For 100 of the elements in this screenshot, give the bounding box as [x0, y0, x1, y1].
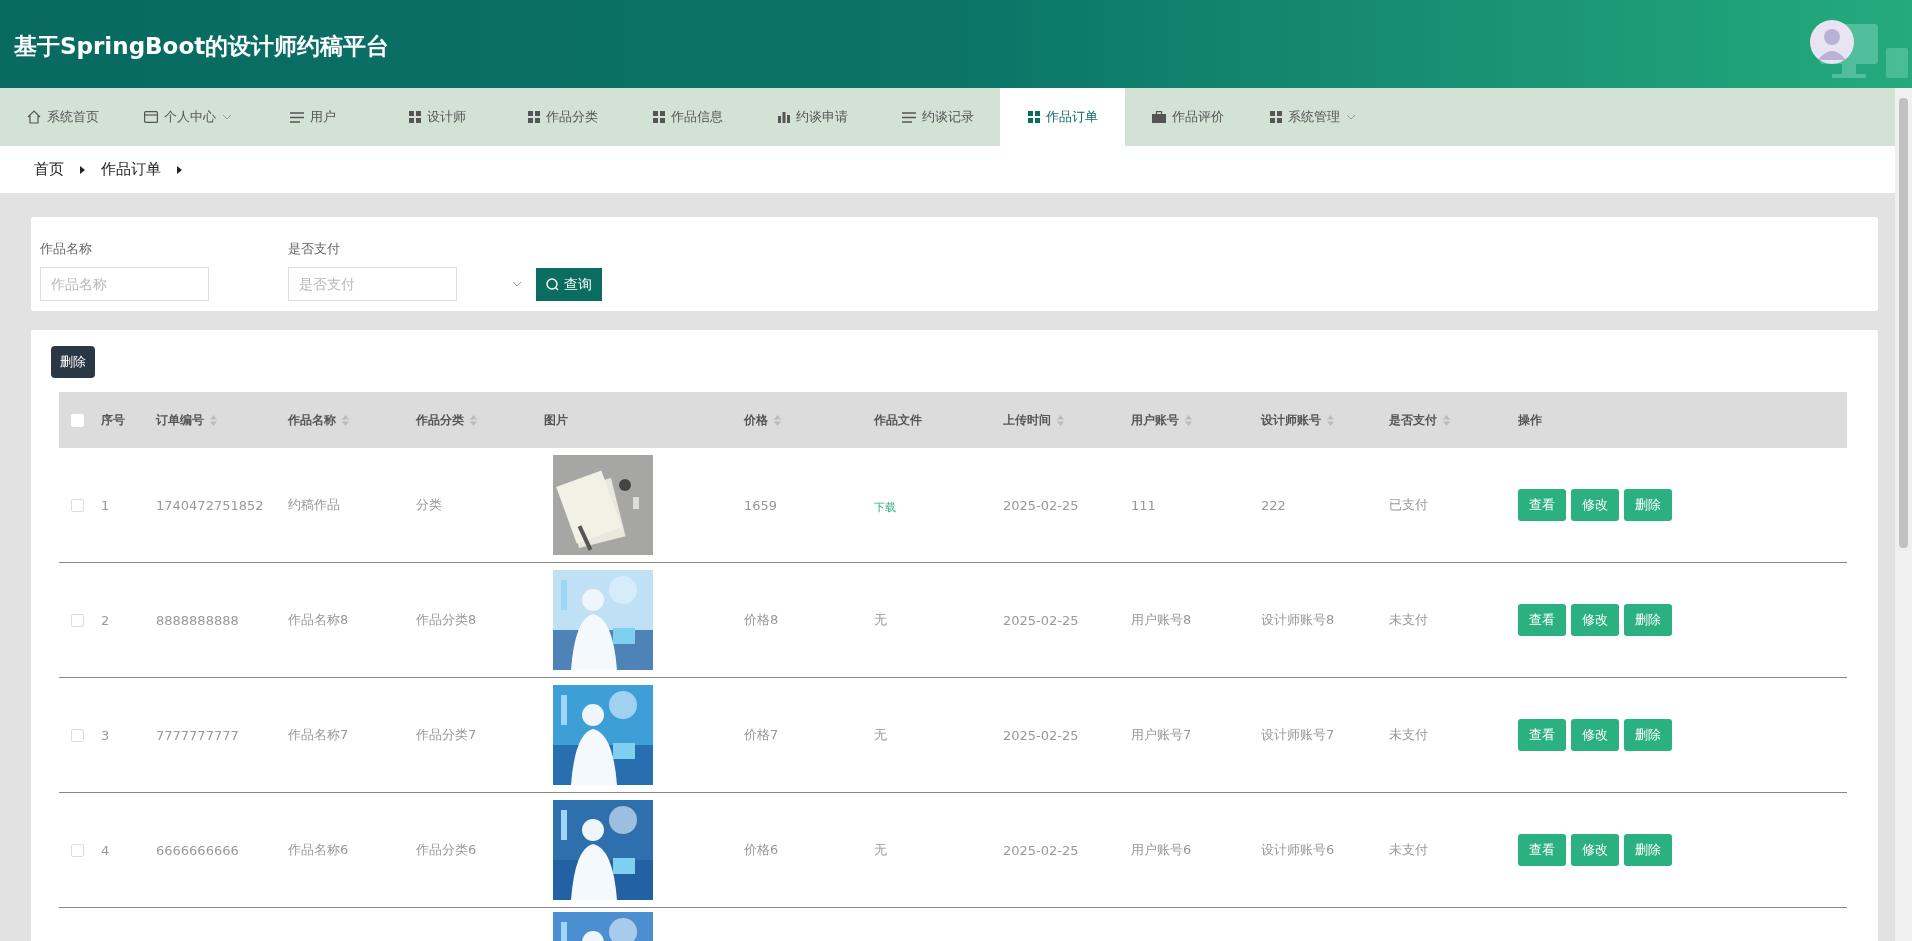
table-cell-text: 作品名称7 [288, 726, 350, 744]
table-cell-text: 分类 [416, 496, 443, 514]
nav-tab[interactable]: 个人中心 [125, 88, 250, 146]
nav-tab[interactable]: 作品信息 [625, 88, 750, 146]
sort-icon [210, 414, 217, 426]
table-cell-text: 222 [1261, 497, 1287, 513]
avatar[interactable] [1810, 20, 1854, 64]
table-cell-text: 用户账号8 [1131, 611, 1193, 629]
nav-tab[interactable]: 作品订单 [1000, 88, 1125, 146]
table-cell-text: 无 [874, 611, 888, 629]
column-header[interactable]: 设计师账号 [1261, 411, 1334, 429]
table-cell-text: 2025-02-25 [1003, 612, 1080, 628]
table-cell-text: 7777777777 [156, 727, 240, 743]
scrollbar[interactable] [1895, 88, 1912, 941]
download-link[interactable]: 下载 [874, 500, 896, 514]
sort-icon [1327, 414, 1334, 426]
grid-icon [527, 111, 540, 123]
search-icon [546, 278, 559, 291]
nav-tab[interactable]: 作品分类 [500, 88, 625, 146]
delete-button[interactable]: 删除 [51, 346, 95, 378]
table-cell-text: 已支付 [1389, 496, 1429, 514]
column-header: 序号 [101, 411, 125, 429]
table-cell-text: 8888888888 [156, 612, 240, 628]
select-field[interactable]: 是否支付 [288, 267, 457, 301]
sort-icon [1443, 414, 1450, 426]
caret-right-icon [177, 165, 182, 174]
nav-tab[interactable]: 用户 [250, 88, 375, 146]
nav-tab[interactable]: 设计师 [375, 88, 500, 146]
table-cell-text: 2 [101, 612, 111, 628]
app-title: 基于SpringBoot的设计师约稿平台 [14, 31, 390, 61]
bar-chart-icon [777, 111, 790, 123]
briefcase-icon [1151, 111, 1166, 123]
sort-icon [1185, 414, 1192, 426]
home-icon [26, 110, 41, 124]
table-cell-text: 1659 [744, 497, 779, 513]
breadcrumb-link[interactable]: 作品订单 [101, 160, 161, 179]
table-cell-text: 作品分类7 [416, 726, 478, 744]
column-header: 图片 [544, 411, 568, 429]
column-header[interactable]: 订单编号 [156, 411, 217, 429]
table-cell-text: 无 [874, 841, 888, 859]
table-cell-text: 2025-02-25 [1003, 727, 1080, 743]
table-cell-text: 未支付 [1389, 611, 1429, 629]
table-cell-text: 设计师账号7 [1261, 726, 1336, 744]
nav-tab[interactable]: 约谈记录 [875, 88, 1000, 146]
chevron-down-icon [512, 281, 522, 287]
checkbox[interactable] [71, 843, 84, 857]
table-cell-text: 设计师账号8 [1261, 611, 1336, 629]
table-cell-text: 作品名称6 [288, 841, 350, 859]
column-header[interactable]: 上传时间 [1003, 411, 1064, 429]
table-cell-text: 作品分类6 [416, 841, 478, 859]
table-cell-text: 4 [101, 842, 111, 858]
table-cell-text: 作品名称8 [288, 611, 350, 629]
list-icon [289, 111, 304, 123]
caret-right-icon [80, 165, 85, 174]
table-cell-text: 未支付 [1389, 841, 1429, 859]
nav-tab[interactable]: 作品评价 [1125, 88, 1250, 146]
table-cell-text: 2025-02-25 [1003, 842, 1080, 858]
chevron-down-icon [221, 114, 232, 120]
column-header[interactable]: 作品名称 [288, 411, 349, 429]
input-field[interactable]: 作品名称 [40, 267, 209, 301]
nav-tab[interactable]: 系统首页 [0, 88, 125, 146]
table-cell-text: 2025-02-25 [1003, 497, 1080, 513]
table-cell-text: 设计师账号6 [1261, 841, 1336, 859]
sort-icon [342, 414, 349, 426]
table-cell-text: 111 [1131, 497, 1157, 513]
table-cell-text: 无 [874, 726, 888, 744]
checkbox[interactable] [71, 498, 84, 512]
checkbox[interactable] [71, 613, 84, 627]
sort-icon [470, 414, 477, 426]
sort-icon [1057, 414, 1064, 426]
grid-icon [1027, 111, 1040, 123]
grid-icon [409, 111, 421, 123]
grid-icon [652, 111, 665, 123]
table-cell-text: 6666666666 [156, 842, 240, 858]
grid-icon [1269, 111, 1282, 123]
card-icon [143, 111, 158, 123]
breadcrumb-link[interactable]: 首页 [34, 160, 64, 179]
chevron-down-icon [1345, 114, 1356, 120]
table-cell-text: 价格8 [744, 611, 780, 629]
table-cell-text: 用户账号7 [1131, 726, 1193, 744]
field-label: 作品名称 [40, 240, 93, 258]
column-header: 作品文件 [874, 411, 922, 429]
sort-icon [774, 414, 781, 426]
table-cell-text: 未支付 [1389, 726, 1429, 744]
table-cell-text: 用户账号6 [1131, 841, 1193, 859]
table-cell-text: 价格7 [744, 726, 780, 744]
table-cell-text: 1 [101, 497, 111, 513]
checkbox[interactable] [71, 728, 84, 742]
search-button[interactable]: 查询 [536, 268, 602, 301]
nav-tab[interactable]: 系统管理 [1250, 88, 1375, 146]
list-icon [901, 111, 916, 123]
column-header: 操作 [1518, 411, 1542, 429]
column-header[interactable]: 用户账号 [1131, 411, 1192, 429]
nav-tab[interactable]: 约谈申请 [750, 88, 875, 146]
table-cell-text: 1740472751852 [156, 497, 265, 513]
table-cell-text: 价格6 [744, 841, 780, 859]
table-cell-text: 3 [101, 727, 111, 743]
column-header[interactable]: 价格 [744, 411, 781, 429]
column-header[interactable]: 作品分类 [416, 411, 477, 429]
column-header[interactable]: 是否支付 [1389, 411, 1450, 429]
